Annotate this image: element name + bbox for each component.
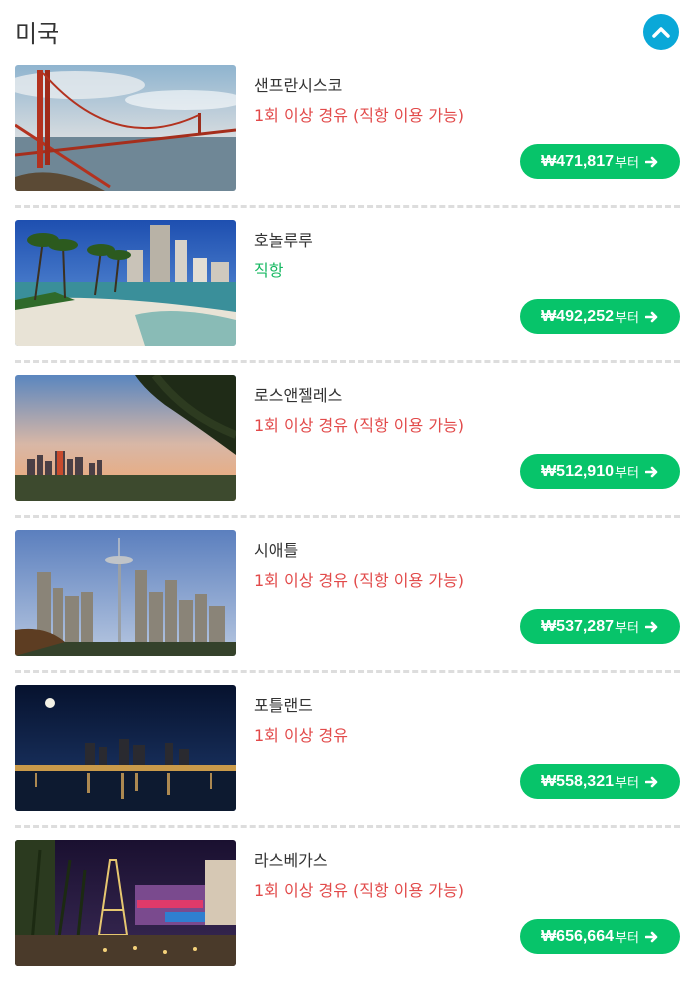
destination-photo[interactable]	[15, 375, 236, 501]
arrow-right-icon	[644, 931, 658, 942]
destination-photo[interactable]	[15, 220, 236, 346]
divider	[15, 670, 680, 673]
destination-card[interactable]: 시애틀 1회 이상 경유 (직항 이용 가능) ₩537,287 부터	[0, 529, 694, 684]
destination-name[interactable]: 로스앤젤레스	[254, 382, 342, 406]
price-amount: ₩656,664	[541, 927, 614, 945]
arrow-right-icon	[644, 311, 658, 322]
arrow-right-icon	[644, 156, 658, 167]
destination-photo[interactable]	[15, 530, 236, 656]
destination-card[interactable]: 포틀랜드 1회 이상 경유 ₩558,321 부터	[0, 684, 694, 839]
destination-card[interactable]: 로스앤젤레스 1회 이상 경유 (직항 이용 가능) ₩512,910 부터	[0, 374, 694, 529]
price-button[interactable]: ₩558,321 부터	[520, 764, 680, 799]
divider	[15, 205, 680, 208]
arrow-right-icon	[644, 466, 658, 477]
destination-card[interactable]: 호놀루루 직항 ₩492,252 부터	[0, 219, 694, 374]
divider	[15, 825, 680, 828]
route-info: 1회 이상 경유 (직항 이용 가능)	[254, 106, 465, 125]
price-suffix: 부터	[615, 621, 639, 636]
price-button[interactable]: ₩537,287 부터	[520, 609, 680, 644]
destination-card[interactable]: 라스베가스 1회 이상 경유 (직항 이용 가능) ₩656,664 부터	[0, 839, 694, 994]
route-info: 1회 이상 경유 (직항 이용 가능)	[254, 416, 465, 435]
destination-photo[interactable]	[15, 685, 236, 811]
section-header: 미국	[0, 0, 694, 64]
price-amount: ₩492,252	[541, 307, 614, 325]
collapse-button[interactable]	[643, 14, 679, 50]
price-amount: ₩558,321	[541, 772, 614, 790]
destination-name[interactable]: 시애틀	[254, 537, 298, 561]
divider	[15, 515, 680, 518]
destination-name[interactable]: 호놀루루	[254, 227, 313, 251]
section-title: 미국	[15, 20, 60, 48]
price-suffix: 부터	[615, 311, 639, 326]
price-amount: ₩471,817	[541, 152, 614, 170]
destination-photo[interactable]	[15, 65, 236, 191]
price-suffix: 부터	[615, 776, 639, 791]
arrow-right-icon	[644, 776, 658, 787]
price-suffix: 부터	[615, 466, 639, 481]
destination-name[interactable]: 샌프란시스코	[254, 72, 342, 96]
price-suffix: 부터	[615, 931, 639, 946]
chevron-up-icon	[652, 27, 670, 38]
price-amount: ₩537,287	[541, 617, 614, 635]
price-button[interactable]: ₩492,252 부터	[520, 299, 680, 334]
route-info: 1회 이상 경유 (직항 이용 가능)	[254, 881, 465, 900]
destination-photo[interactable]	[15, 840, 236, 966]
route-info: 직항	[254, 261, 284, 280]
arrow-right-icon	[644, 621, 658, 632]
divider	[15, 360, 680, 363]
route-info: 1회 이상 경유	[254, 726, 348, 745]
price-button[interactable]: ₩512,910 부터	[520, 454, 680, 489]
price-amount: ₩512,910	[541, 462, 614, 480]
destination-name[interactable]: 포틀랜드	[254, 692, 313, 716]
price-button[interactable]: ₩471,817 부터	[520, 144, 680, 179]
destination-list: 샌프란시스코 1회 이상 경유 (직항 이용 가능) ₩471,817 부터 호…	[0, 64, 694, 994]
destination-card[interactable]: 샌프란시스코 1회 이상 경유 (직항 이용 가능) ₩471,817 부터	[0, 64, 694, 219]
route-info: 1회 이상 경유 (직항 이용 가능)	[254, 571, 465, 590]
price-suffix: 부터	[615, 156, 639, 171]
price-button[interactable]: ₩656,664 부터	[520, 919, 680, 954]
destination-name[interactable]: 라스베가스	[254, 847, 328, 871]
